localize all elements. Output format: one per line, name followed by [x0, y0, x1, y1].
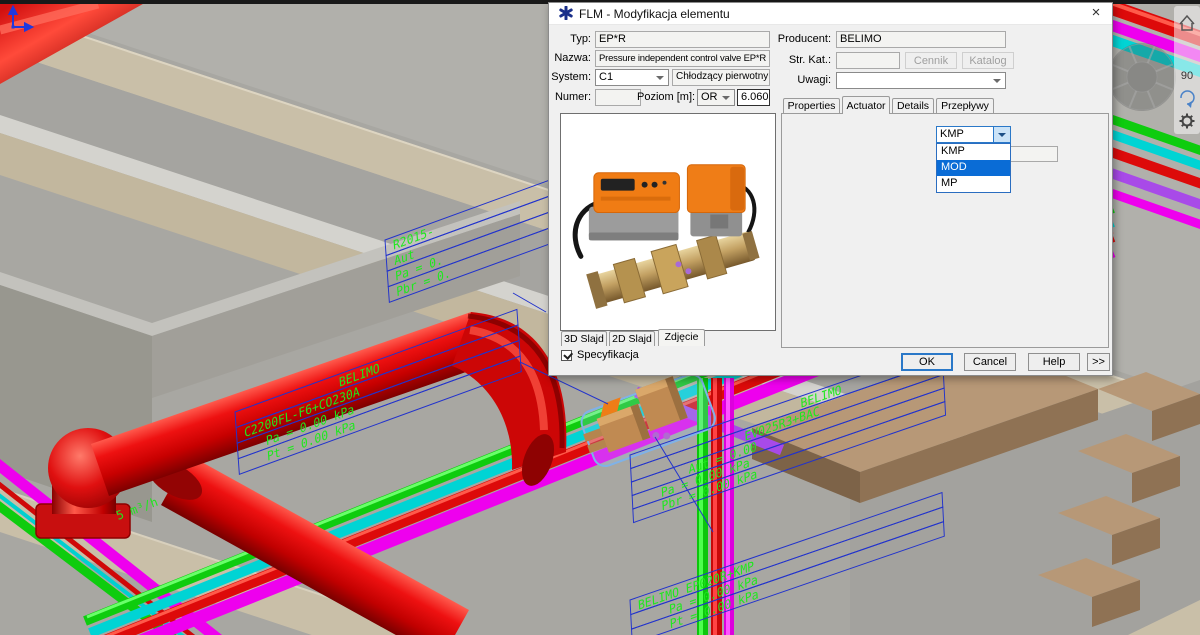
preview-tab-3d-slajd[interactable]: 3D Slajd	[561, 331, 607, 346]
type-of-actuator-combo[interactable]: KMP	[936, 126, 1011, 143]
producent-field[interactable]: BELIMO	[836, 31, 1006, 48]
poziom-label: Poziom [m]:	[637, 91, 695, 103]
application-window: R2015- Aut Pa = 0. Pbr = 0. BELIMO C2200…	[0, 0, 1200, 635]
dropdown-item-mod[interactable]: MOD	[937, 160, 1010, 176]
chevron-down-icon	[656, 76, 664, 80]
cancel-button[interactable]: Cancel	[964, 353, 1016, 371]
poziom-ref-combo[interactable]: OR	[697, 89, 735, 106]
close-icon[interactable]: ×	[1086, 4, 1106, 22]
check-icon	[563, 350, 572, 360]
cennik-button[interactable]: Cennik	[905, 52, 957, 69]
dialog-titlebar[interactable]: FLM - Modyfikacja elementu ×	[549, 3, 1112, 25]
poziom-ref-value: OR	[701, 91, 718, 103]
tab-przeplywy[interactable]: Przepływy	[936, 98, 994, 113]
strkat-label: Str. Kat.:	[759, 54, 831, 66]
system-label: System:	[549, 71, 591, 83]
type-of-actuator-value: KMP	[940, 128, 964, 140]
producent-label: Producent:	[759, 33, 831, 45]
numer-field[interactable]	[595, 89, 641, 106]
dialog-title: FLM - Modyfikacja elementu	[579, 7, 730, 21]
dialog-flm-modyfikacja-elementu: FLM - Modyfikacja elementu × Typ: EP*R N…	[548, 2, 1113, 376]
poziom-value-field[interactable]: 6.060	[737, 89, 770, 106]
ok-button[interactable]: OK	[901, 353, 953, 371]
dropdown-item-mp[interactable]: MP	[937, 176, 1010, 192]
preview-tab-zdjecie[interactable]: Zdjęcie	[658, 329, 705, 346]
chevron-down-icon	[993, 79, 1001, 83]
system-combo-value: C1	[599, 71, 613, 83]
product-image-preview	[560, 113, 776, 331]
tab-details[interactable]: Details	[892, 98, 934, 113]
strkat-field[interactable]	[836, 52, 900, 69]
belimo-valve-product-image	[561, 114, 775, 330]
chevron-down-icon	[722, 96, 730, 100]
combo-arrow-button[interactable]	[993, 127, 1010, 142]
flm-app-icon	[559, 6, 573, 20]
expand-button[interactable]: >>	[1087, 353, 1110, 371]
tab-actuator[interactable]: Actuator	[842, 96, 890, 114]
system-combo[interactable]: C1	[595, 69, 669, 86]
uwagi-combo[interactable]	[836, 72, 1006, 89]
help-button[interactable]: Help	[1028, 353, 1080, 371]
nazwa-field[interactable]: Pressure independent control valve EP*R	[595, 50, 770, 67]
actuator-dropdown-list: KMP MOD MP	[936, 143, 1011, 193]
nazwa-label: Nazwa:	[549, 52, 591, 64]
uwagi-label: Uwagi:	[759, 74, 831, 86]
navigation-toolbar[interactable]: 90	[1174, 6, 1200, 134]
dropdown-item-kmp[interactable]: KMP	[937, 144, 1010, 160]
navigation-wheel[interactable]	[1108, 43, 1176, 111]
specyfikacja-checkbox[interactable]	[561, 350, 572, 361]
preview-tab-2d-slajd[interactable]: 2D Slajd	[609, 331, 655, 346]
system-desc-field: Chłodzący pierwotny	[672, 69, 770, 86]
typ-field[interactable]: EP*R	[595, 31, 770, 48]
chevron-down-icon	[998, 133, 1006, 137]
katalog-button[interactable]: Katalog	[962, 52, 1014, 69]
tab-properties[interactable]: Properties	[783, 98, 840, 113]
numer-label: Numer:	[549, 91, 591, 103]
specyfikacja-label: Specyfikacja	[577, 349, 639, 361]
rotation-angle-value: 90	[1181, 70, 1193, 82]
typ-label: Typ:	[549, 33, 591, 45]
